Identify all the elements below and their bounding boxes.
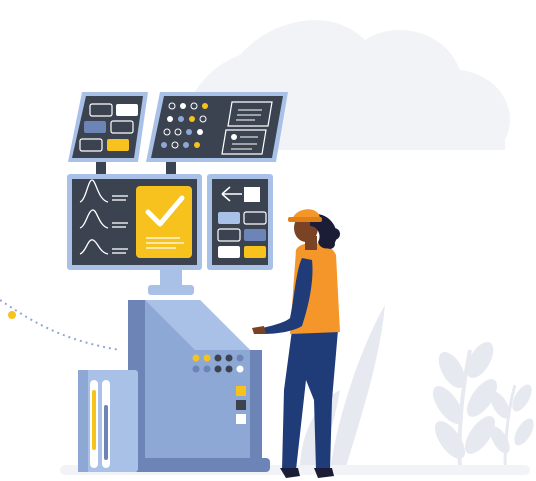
dotted-trail: [0, 299, 121, 351]
top-left-panel: [68, 92, 148, 174]
top-center-panel: [146, 92, 288, 174]
control-station-illustration: [0, 20, 534, 478]
main-screen: [67, 174, 202, 270]
side-screen: [207, 174, 273, 270]
side-cabinet: [78, 370, 138, 472]
hard-hat-icon: [288, 209, 322, 222]
control-console: [128, 300, 270, 472]
